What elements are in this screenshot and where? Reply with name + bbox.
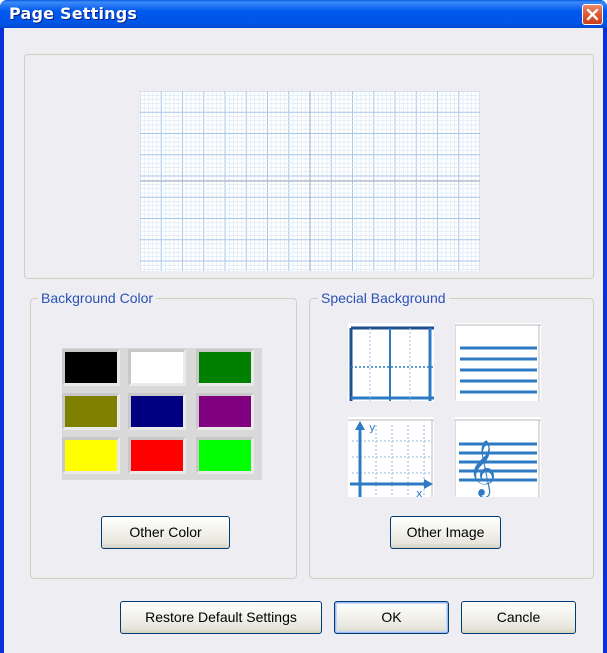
color-swatch[interactable] (128, 349, 186, 386)
color-swatch[interactable] (196, 437, 254, 474)
music-staff-icon: 𝄞 (454, 417, 541, 498)
other-color-label: Other Color (129, 524, 202, 540)
special-background-legend: Special Background (318, 290, 449, 306)
svg-text:𝄞: 𝄞 (468, 440, 496, 497)
close-button[interactable] (582, 4, 603, 25)
color-swatch[interactable] (196, 349, 254, 386)
color-swatch[interactable] (196, 393, 254, 430)
color-swatch[interactable] (62, 393, 120, 430)
cancel-label: Cancle (496, 609, 541, 625)
thumbnail-xy-axes[interactable]: y x (348, 417, 434, 500)
ruled-lines-icon (454, 323, 541, 401)
color-swatch[interactable] (128, 437, 186, 474)
ok-label: OK (381, 609, 402, 625)
color-swatch[interactable] (62, 437, 120, 474)
other-image-label: Other Image (406, 524, 485, 540)
y-axis-label: y (369, 421, 376, 434)
color-swatch[interactable] (128, 393, 186, 430)
ok-button[interactable]: OK (334, 601, 449, 634)
page-preview-grid (140, 91, 480, 271)
restore-default-label: Restore Default Settings (145, 609, 297, 625)
close-icon (586, 8, 599, 21)
thumbnail-ruled-lines[interactable] (454, 323, 541, 401)
other-color-button[interactable]: Other Color (101, 516, 230, 549)
page-settings-dialog: Page Settings Background Color Other Col… (0, 0, 607, 653)
title-bar[interactable]: Page Settings (0, 0, 607, 28)
other-image-button[interactable]: Other Image (390, 516, 501, 549)
window-title: Page Settings (9, 4, 138, 23)
thumbnail-grid-quadrant[interactable] (348, 323, 434, 401)
background-color-legend: Background Color (38, 290, 157, 306)
color-swatch[interactable] (62, 349, 120, 386)
x-axis-label: x (416, 487, 423, 497)
xy-axes-icon: y x (348, 417, 434, 500)
thumbnail-music-staff[interactable]: 𝄞 (454, 417, 541, 498)
grid-quadrant-icon (348, 323, 434, 401)
cancel-button[interactable]: Cancle (461, 601, 576, 634)
restore-default-settings-button[interactable]: Restore Default Settings (120, 601, 322, 634)
